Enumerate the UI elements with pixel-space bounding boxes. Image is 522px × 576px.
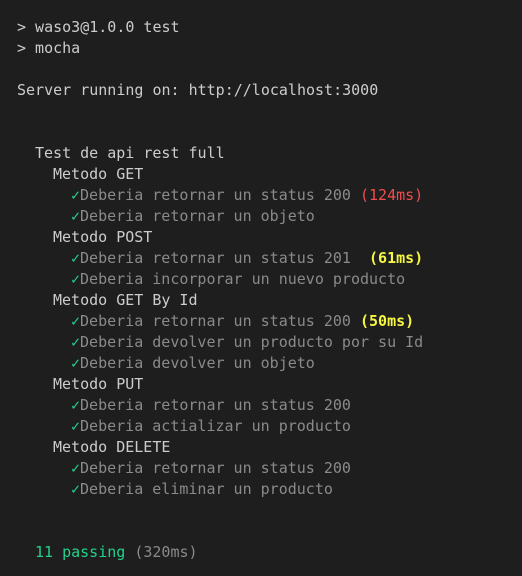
check-icon: ✓ [71, 270, 81, 288]
test-group-title: Metodo POST [53, 228, 153, 246]
check-icon: ✓ [71, 207, 81, 225]
test-result: ✓Deberia retornar un status 200 [17, 458, 517, 479]
check-icon: ✓ [71, 333, 81, 351]
test-result: ✓Deberia retornar un status 201 (61ms) [17, 248, 517, 269]
test-summary: 11 passing (320ms) [17, 542, 517, 563]
suite-title: Test de api rest full [35, 144, 225, 162]
test-title: Deberia devolver un producto por su Id [80, 333, 424, 351]
terminal-window: { "header": { "cmd1": "> waso3@1.0.0 tes… [0, 0, 522, 576]
passing-count: 11 passing [35, 543, 126, 561]
check-icon: ✓ [71, 480, 81, 498]
test-title: Deberia retornar un status 201 [80, 249, 351, 267]
test-result: ✓Deberia actializar un producto [17, 416, 517, 437]
test-result: ✓Deberia eliminar un producto [17, 479, 517, 500]
test-result: ✓Deberia retornar un status 200 (124ms) [17, 185, 517, 206]
check-icon: ✓ [71, 459, 81, 477]
server-status: Server running on: http://localhost:3000 [17, 81, 379, 99]
test-title: Deberia eliminar un producto [80, 480, 333, 498]
test-result: ✓Deberia retornar un objeto [17, 206, 517, 227]
test-title: Deberia retornar un status 200 [80, 312, 351, 330]
test-group-title: Metodo GET [53, 165, 144, 183]
check-icon: ✓ [71, 354, 81, 372]
test-group-title: Metodo DELETE [53, 438, 171, 456]
test-title: Deberia devolver un objeto [80, 354, 315, 372]
command-line: > mocha [17, 39, 81, 57]
test-title: Deberia retornar un status 200 [80, 186, 351, 204]
check-icon: ✓ [71, 312, 81, 330]
test-title: Deberia incorporar un nuevo producto [80, 270, 406, 288]
test-result: ✓Deberia retornar un status 200 (50ms) [17, 311, 517, 332]
test-duration: (124ms) [360, 186, 424, 204]
check-icon: ✓ [71, 186, 81, 204]
test-title: Deberia actializar un producto [80, 417, 351, 435]
total-duration: (320ms) [134, 543, 198, 561]
test-group-title: Metodo GET By Id [53, 291, 198, 309]
test-title: Deberia retornar un status 200 [80, 459, 351, 477]
test-result: ✓Deberia incorporar un nuevo producto [17, 269, 517, 290]
test-result: ✓Deberia devolver un objeto [17, 353, 517, 374]
test-duration: (61ms) [369, 249, 424, 267]
terminal-output: > waso3@1.0.0 test > mocha Server runnin… [17, 17, 517, 563]
check-icon: ✓ [71, 249, 81, 267]
test-duration: (50ms) [360, 312, 415, 330]
test-title: Deberia retornar un objeto [80, 207, 315, 225]
test-result: ✓Deberia retornar un status 200 [17, 395, 517, 416]
test-title: Deberia retornar un status 200 [80, 396, 351, 414]
test-result: ✓Deberia devolver un producto por su Id [17, 332, 517, 353]
command-line: > waso3@1.0.0 test [17, 18, 180, 36]
test-group-title: Metodo PUT [53, 375, 144, 393]
check-icon: ✓ [71, 417, 81, 435]
check-icon: ✓ [71, 396, 81, 414]
